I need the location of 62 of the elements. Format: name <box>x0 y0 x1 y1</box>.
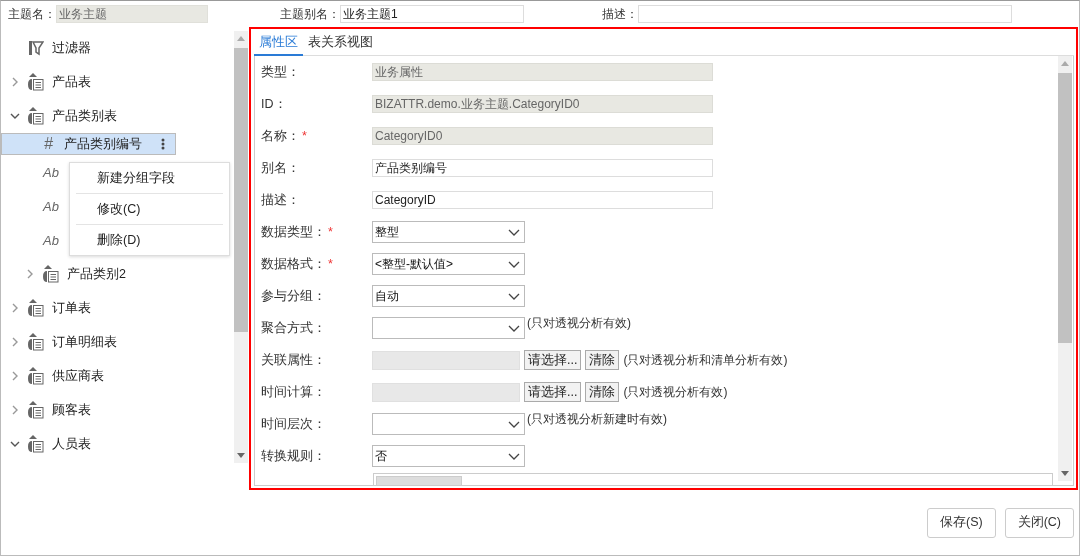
field-label: 主题别名： <box>280 5 340 23</box>
tree-label: 人员表 <box>52 435 91 453</box>
field-label: 转换规则： <box>261 448 326 463</box>
field-label: 时间层次： <box>261 416 326 431</box>
field-label: ID： <box>261 96 287 111</box>
field-label: 参与分组： <box>261 288 326 303</box>
tree-label: 顾客表 <box>52 401 91 419</box>
menu-item[interactable]: 删除(D) <box>76 225 223 255</box>
field-label: 数据格式： <box>261 256 326 271</box>
tree-item[interactable]: 供应商表 <box>1 359 234 393</box>
field-label: 关联属性： <box>261 352 326 367</box>
button[interactable]: 清除 <box>585 382 620 402</box>
field-label: 聚合方式： <box>261 320 326 335</box>
tree-item[interactable]: 过滤器 <box>1 31 234 65</box>
required-mark: * <box>328 256 333 271</box>
field-label: 名称： <box>261 128 300 143</box>
tree-item[interactable]: 订单明细表 <box>1 325 234 359</box>
dropdown[interactable]: 自动 <box>372 285 525 307</box>
hint-text: (只对透视分析有效) <box>527 315 631 332</box>
required-mark: * <box>302 128 307 143</box>
tree-label: 订单表 <box>52 299 91 317</box>
dropdown[interactable]: 否 <box>372 445 525 467</box>
tree-item[interactable]: 顾客表 <box>1 393 234 427</box>
tree-item[interactable]: 产品表 <box>1 65 234 99</box>
tab[interactable]: 表关系视图 <box>303 34 378 56</box>
dropdown[interactable]: 整型 <box>372 221 525 243</box>
dropdown[interactable]: <整型-默认值> <box>372 253 525 275</box>
field-label: 主题名： <box>8 5 56 23</box>
button[interactable]: 保存(S) <box>926 507 996 538</box>
hint-text: (只对透视分析新建时有效) <box>527 411 667 428</box>
tree-item[interactable]: # 产品类别编号 <box>1 133 176 155</box>
tree-label: 过滤器 <box>52 39 91 57</box>
menu-item[interactable]: 新建分组字段 <box>76 163 223 194</box>
field-label: 类型： <box>261 64 300 79</box>
required-mark: * <box>328 224 333 239</box>
tree-label: 供应商表 <box>52 367 104 385</box>
tree-label: 产品类别编号 <box>64 135 142 153</box>
text-field[interactable]: 业务主题1 <box>340 5 524 23</box>
button[interactable]: 请选择... <box>524 382 582 402</box>
number-field-icon: # <box>44 135 58 153</box>
tree-item[interactable]: 产品类别2 <box>1 257 234 291</box>
tree-label: 产品类别表 <box>52 107 117 125</box>
button[interactable]: 关闭(C) <box>1004 507 1074 538</box>
tab[interactable]: 属性区 <box>254 34 303 56</box>
button[interactable]: 清除 <box>585 350 620 370</box>
hint-text: (只对透视分析和清单分析有效) <box>623 351 788 369</box>
hint-text: (只对透视分析有效) <box>623 383 728 401</box>
field-label: 描述： <box>261 192 300 207</box>
tree-label: 订单明细表 <box>52 333 117 351</box>
tree-label: 产品类别2 <box>67 265 126 283</box>
button[interactable]: 请选择... <box>524 350 582 370</box>
tree-item[interactable]: 产品类别表 <box>1 99 234 133</box>
text-field[interactable]: CategoryID <box>372 191 713 209</box>
field-label: 别名： <box>261 160 300 175</box>
field-label: 描述： <box>602 5 638 23</box>
field-label: 时间计算： <box>261 384 326 399</box>
menu-item[interactable]: 修改(C) <box>76 194 223 225</box>
tree-label: 产品表 <box>52 73 91 91</box>
text-field[interactable]: 产品类别编号 <box>372 159 713 177</box>
tree-item[interactable]: 订单表 <box>1 291 234 325</box>
tree-item[interactable]: 人员表 <box>1 427 234 461</box>
field-label: 数据类型： <box>261 224 326 239</box>
